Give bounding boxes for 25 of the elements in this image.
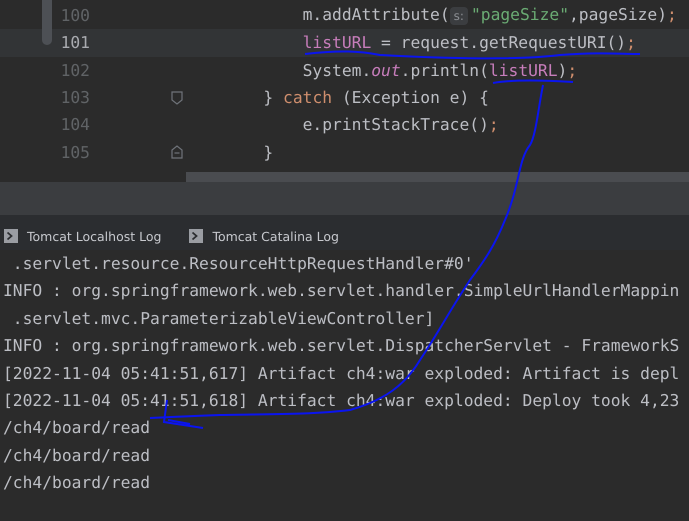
log-line: .servlet.mvc.ParameterizableViewController] — [12, 308, 436, 330]
scrollbar-thumb[interactable] — [42, 0, 52, 45]
log-line: /ch4/board/read — [2, 417, 152, 440]
log-line: .servlet.resource.ResourceHttpRequestHandler#0' — [12, 253, 475, 275]
log-tab[interactable]: Tomcat Localhost Log — [4, 228, 162, 244]
log-line: /ch4/board/read — [2, 472, 152, 494]
code-line: e.printStackTrace(); — [302, 115, 499, 134]
fold-icon[interactable] — [171, 90, 183, 105]
code-line: } catch (Exception e) { — [262, 88, 489, 108]
fold-icon[interactable] — [171, 145, 183, 160]
code-line: m.addAttribute( s: "pageSize",pageSize); — [302, 5, 677, 26]
line-number: 101 — [60, 33, 90, 52]
console-icon — [189, 229, 204, 243]
line-number: 105 — [60, 142, 90, 162]
code-line: } — [262, 142, 274, 162]
line-number: 102 — [60, 60, 90, 80]
log-tab[interactable]: Tomcat Catalina Log — [189, 228, 339, 244]
code-line: listURL = request.getRequestURI(); — [302, 33, 636, 52]
console-icon — [4, 229, 18, 243]
line-number: 104 — [60, 115, 90, 134]
scrollbar-thumb[interactable] — [186, 172, 689, 182]
line-number: 100 — [60, 6, 90, 26]
code-line: System.out.println(listURL); — [302, 60, 578, 80]
line-number: 103 — [60, 88, 90, 108]
log-line: /ch4/board/read — [2, 444, 152, 467]
